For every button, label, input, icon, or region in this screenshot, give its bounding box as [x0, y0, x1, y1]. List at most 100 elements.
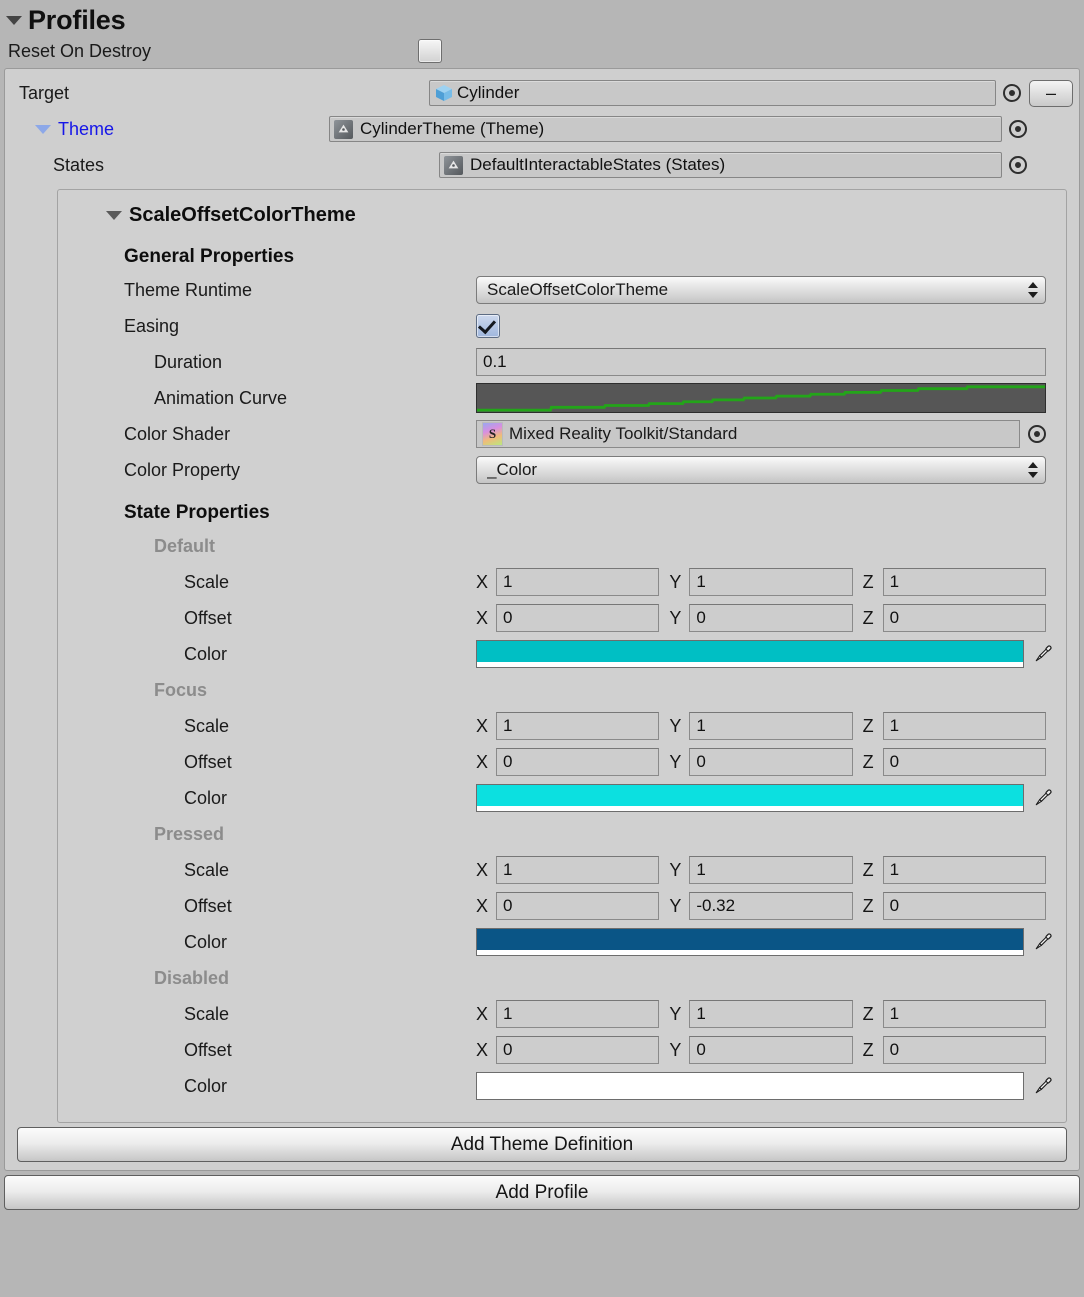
states-object-picker-icon[interactable]: [1009, 156, 1027, 174]
color-swatch-wrapper: [476, 928, 1056, 956]
states-value: DefaultInteractableStates (States): [470, 155, 726, 174]
unity-asset-icon: [334, 119, 353, 139]
remove-profile-button[interactable]: –: [1029, 79, 1073, 107]
axis-label: Y: [669, 1039, 682, 1060]
add-profile-button[interactable]: Add Profile: [4, 1175, 1080, 1210]
axis-label: Y: [669, 895, 682, 916]
offset-y-input[interactable]: 0: [689, 604, 853, 632]
scale-x-input[interactable]: 1: [496, 856, 660, 884]
scale-y-input[interactable]: 1: [689, 568, 853, 596]
color-property-value: _Color: [487, 460, 538, 479]
animation-curve-field[interactable]: [476, 383, 1046, 413]
scale-y-input[interactable]: 1: [689, 1000, 853, 1028]
theme-definition-foldout[interactable]: ScaleOffsetColorTheme: [68, 198, 1056, 232]
scale-z-input[interactable]: 1: [882, 856, 1046, 884]
color-swatch[interactable]: [476, 640, 1024, 668]
duration-input[interactable]: 0.1: [476, 348, 1046, 376]
color-shader-object-picker-icon[interactable]: [1028, 425, 1046, 443]
offset-z-input[interactable]: 0: [882, 892, 1046, 920]
target-object-field[interactable]: Cylinder: [429, 80, 996, 106]
color-label: Color: [184, 931, 228, 952]
offset-x-input[interactable]: 0: [496, 892, 660, 920]
eyedropper-icon[interactable]: [1030, 785, 1056, 811]
eyedropper-icon[interactable]: [1030, 641, 1056, 667]
state-properties-heading: State Properties: [124, 502, 270, 523]
eyedropper-icon[interactable]: [1030, 929, 1056, 955]
triangle-down-icon[interactable]: [35, 124, 51, 134]
color-swatch[interactable]: [476, 784, 1024, 812]
color-shader-object-field[interactable]: S Mixed Reality Toolkit/Standard: [476, 420, 1020, 448]
offset-x-input[interactable]: 0: [496, 604, 660, 632]
offset-vector3: X0Y0Z0: [476, 1036, 1046, 1064]
scale-row: Scale X 1 Y 1 Z 1: [68, 708, 1056, 744]
target-value: Cylinder: [457, 83, 520, 102]
easing-checkbox[interactable]: [476, 314, 500, 338]
offset-y-input[interactable]: 0: [689, 748, 853, 776]
offset-z-input[interactable]: 0: [882, 1036, 1046, 1064]
add-theme-definition-button[interactable]: Add Theme Definition: [17, 1127, 1067, 1162]
states-object-field[interactable]: DefaultInteractableStates (States): [439, 152, 1002, 178]
color-swatch-fill: [477, 929, 1023, 950]
scale-row: Scale X 1 Y 1 Z 1: [68, 996, 1056, 1032]
axis-label: X: [476, 751, 489, 772]
general-properties-heading: General Properties: [124, 246, 295, 267]
scale-y-input[interactable]: 1: [689, 856, 853, 884]
offset-y-input[interactable]: -0.32: [689, 892, 853, 920]
axis-label: X: [476, 715, 489, 736]
color-property-dropdown[interactable]: _Color: [476, 456, 1046, 484]
target-row: Target Cylinder –: [11, 75, 1073, 111]
scale-x-input[interactable]: 1: [496, 568, 660, 596]
offset-x-input[interactable]: 0: [496, 1036, 660, 1064]
axis-label: Y: [669, 571, 682, 592]
offset-label: Offset: [184, 895, 232, 916]
cube-icon: [436, 85, 452, 101]
shader-icon: S: [482, 422, 503, 446]
color-swatch-alpha-bar: [477, 662, 1023, 667]
profile-box: Target Cylinder – Theme CylinderTheme (T…: [4, 68, 1080, 1171]
offset-y-input[interactable]: 0: [689, 1036, 853, 1064]
theme-runtime-value: ScaleOffsetColorTheme: [487, 280, 669, 299]
state-name-label: Default: [154, 535, 216, 556]
target-label: Target: [19, 82, 70, 103]
theme-runtime-dropdown[interactable]: ScaleOffsetColorTheme: [476, 276, 1046, 304]
color-swatch-alpha-bar: [477, 950, 1023, 955]
offset-z-input[interactable]: 0: [882, 604, 1046, 632]
eyedropper-icon[interactable]: [1030, 1073, 1056, 1099]
offset-label: Offset: [184, 607, 232, 628]
offset-x-input[interactable]: 0: [496, 748, 660, 776]
color-label: Color: [184, 643, 228, 664]
theme-runtime-row: Theme Runtime ScaleOffsetColorTheme: [68, 272, 1056, 308]
scale-x-input[interactable]: 1: [496, 712, 660, 740]
axis-label: Z: [862, 1003, 874, 1024]
color-row: Color: [68, 924, 1056, 960]
color-swatch-fill: [477, 641, 1023, 662]
theme-foldout[interactable]: Theme: [11, 119, 329, 140]
target-object-picker-icon[interactable]: [1003, 84, 1021, 102]
scale-vector3: X1Y1Z1: [476, 712, 1046, 740]
unity-asset-icon: [444, 155, 463, 175]
triangle-down-icon[interactable]: [6, 15, 22, 25]
reset-on-destroy-checkbox[interactable]: [418, 39, 442, 63]
color-swatch[interactable]: [476, 928, 1024, 956]
color-swatch-fill: [477, 785, 1023, 806]
theme-row: Theme CylinderTheme (Theme): [11, 111, 1073, 147]
scale-z-input[interactable]: 1: [882, 1000, 1046, 1028]
axis-label: X: [476, 607, 489, 628]
offset-row: Offset X 0 Y 0 Z 0: [68, 744, 1056, 780]
scale-z-input[interactable]: 1: [882, 712, 1046, 740]
theme-object-picker-icon[interactable]: [1009, 120, 1027, 138]
offset-z-input[interactable]: 0: [882, 748, 1046, 776]
offset-vector3: X0Y0Z0: [476, 748, 1046, 776]
scale-x-input[interactable]: 1: [496, 1000, 660, 1028]
theme-object-field[interactable]: CylinderTheme (Theme): [329, 116, 1002, 142]
scale-y-input[interactable]: 1: [689, 712, 853, 740]
state-block: Focus Scale X 1 Y 1 Z 1 Offset X 0 Y 0 Z 0 Color: [68, 672, 1056, 816]
axis-label: Z: [862, 1039, 874, 1060]
profiles-foldout[interactable]: Profiles: [6, 4, 1084, 36]
color-swatch[interactable]: [476, 1072, 1024, 1100]
triangle-down-icon[interactable]: [106, 210, 122, 220]
scale-z-input[interactable]: 1: [882, 568, 1046, 596]
color-row: Color: [68, 636, 1056, 672]
scale-label: Scale: [184, 715, 230, 736]
axis-label: Y: [669, 607, 682, 628]
